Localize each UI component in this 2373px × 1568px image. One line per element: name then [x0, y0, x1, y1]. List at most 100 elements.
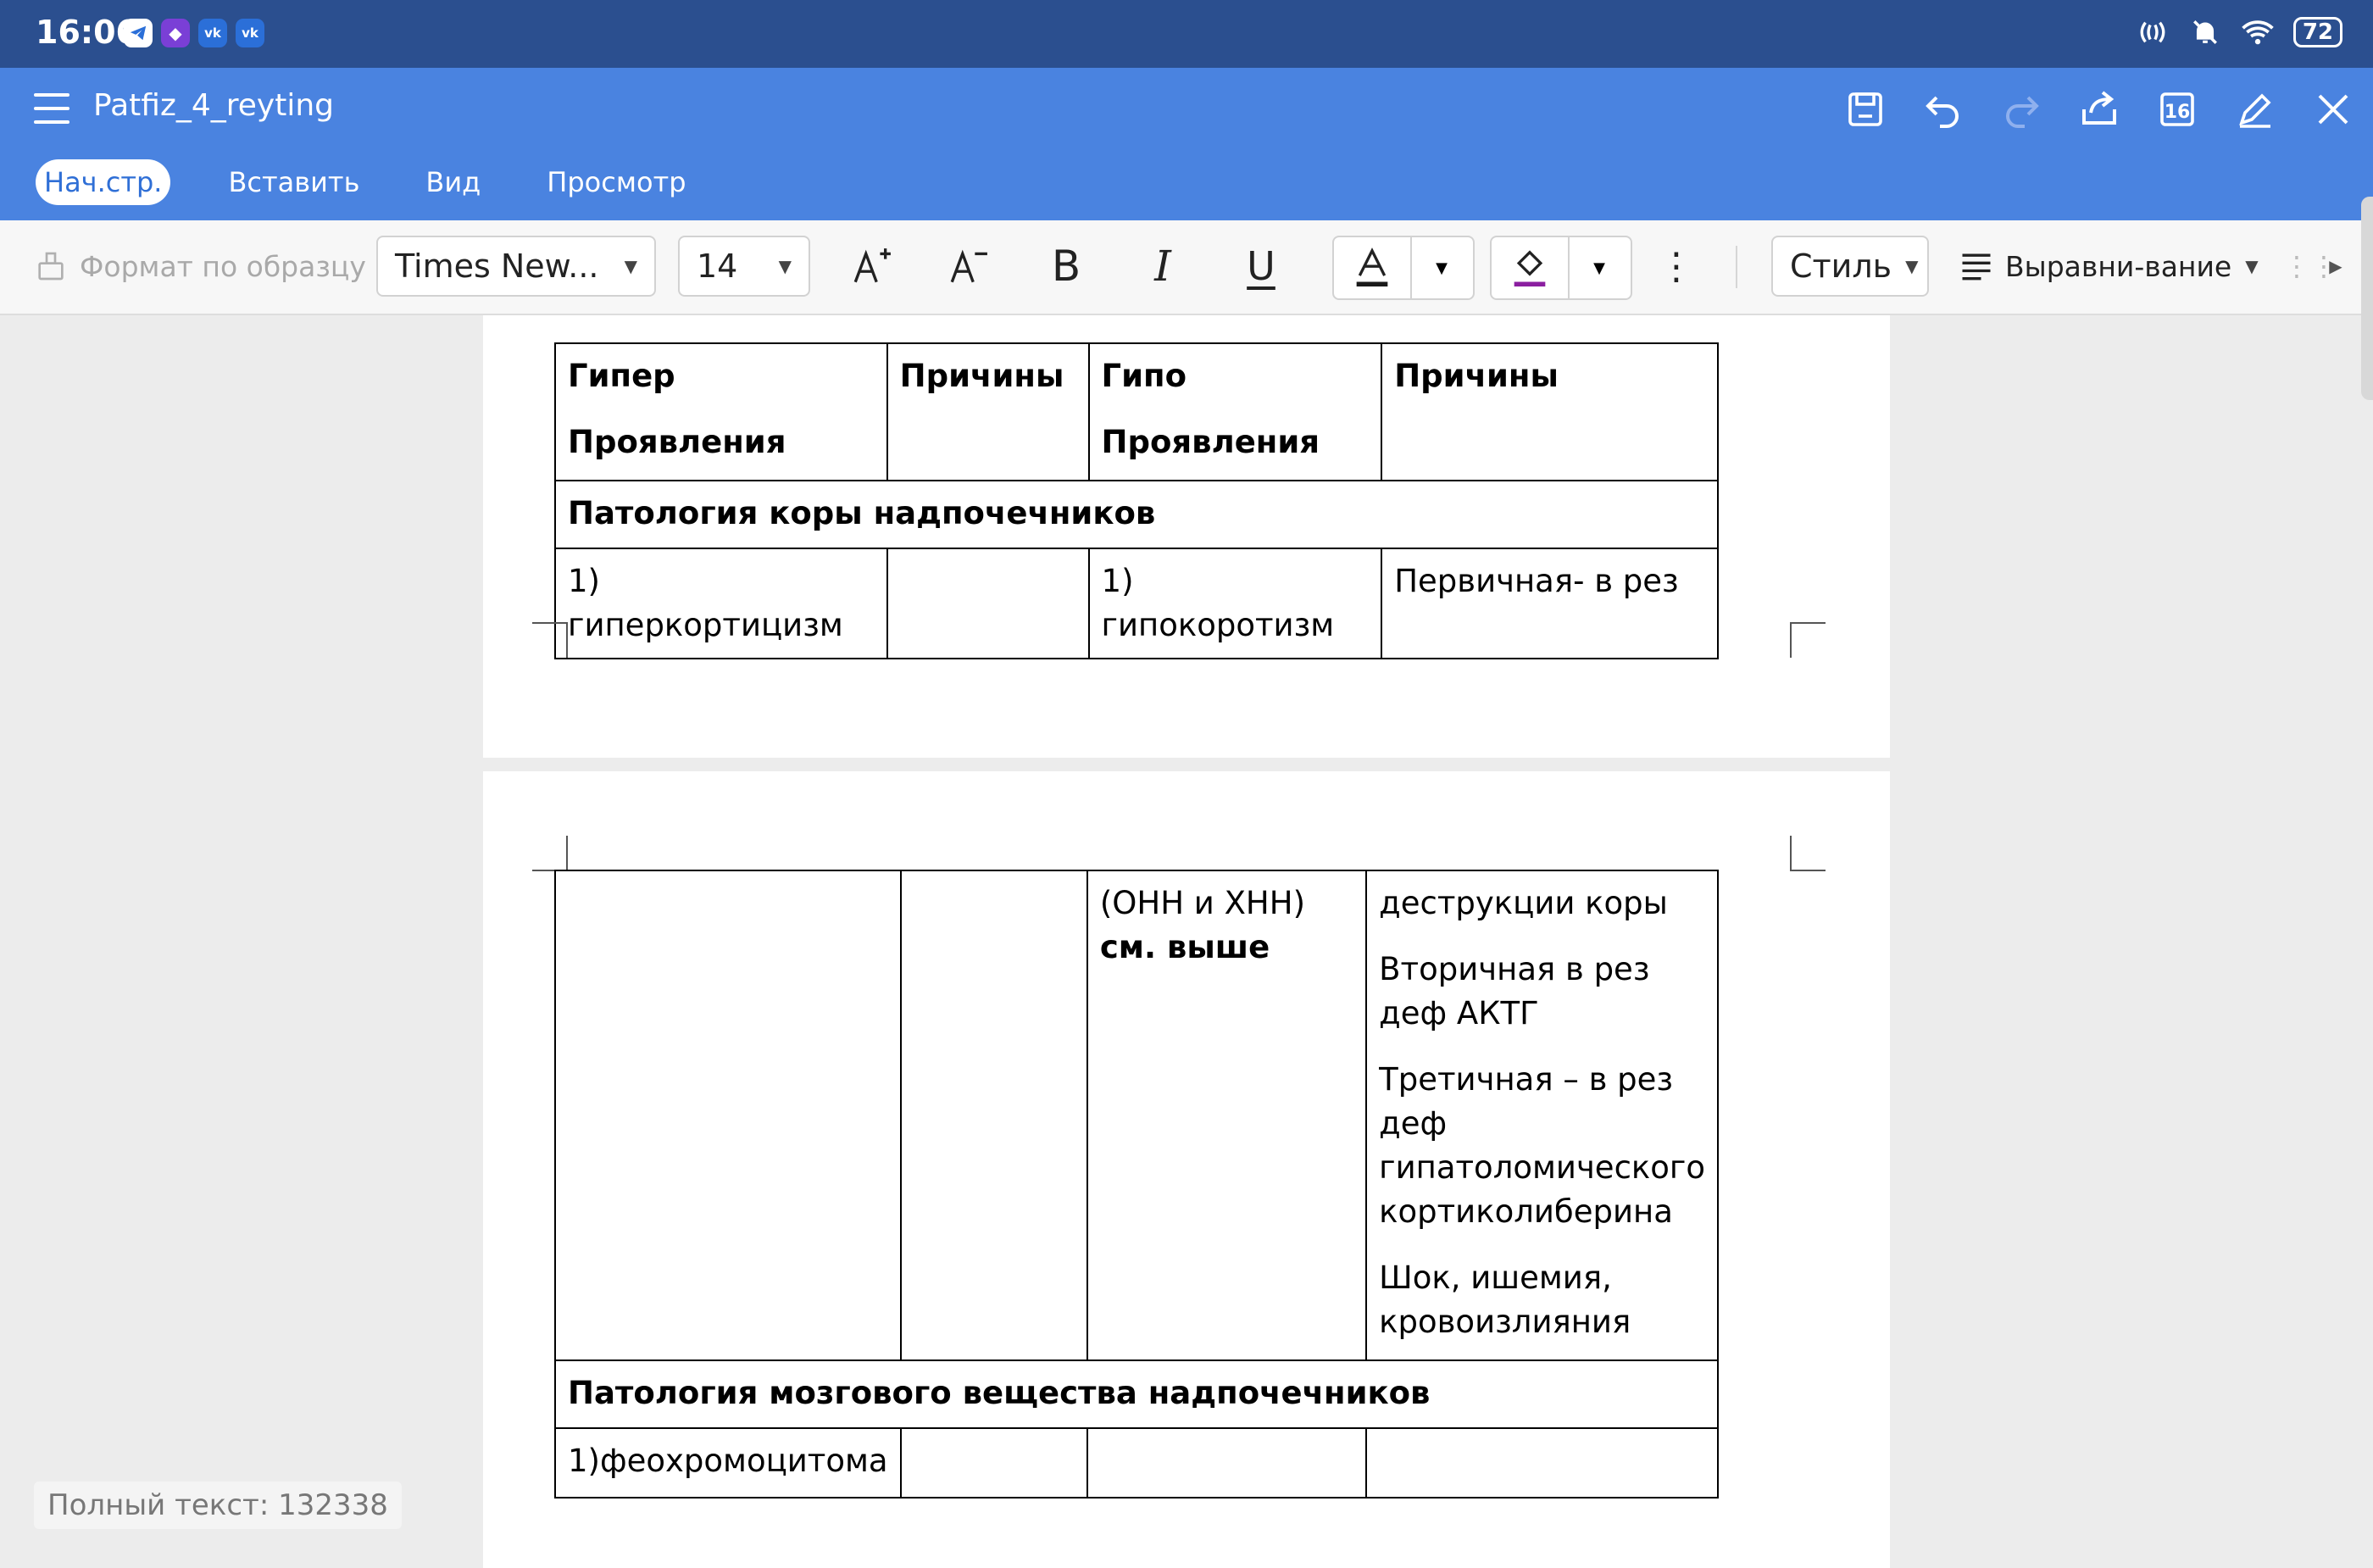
- nfc-icon: [2136, 15, 2170, 49]
- word-count-badge: Полный текст: 132338: [34, 1482, 402, 1529]
- table-cell[interactable]: 1) гипокоротизм: [1087, 548, 1383, 659]
- font-color-swatch: [1356, 281, 1388, 286]
- cell-text: Гипер: [568, 358, 675, 394]
- cell-text: Гипо: [1101, 358, 1187, 394]
- cell-paragraph: Третичная – в рез деф гипатоломического …: [1379, 1061, 1705, 1230]
- cell-text: 1) гипокоротизм: [1101, 563, 1335, 643]
- cell-text: Проявления: [568, 424, 786, 460]
- table-row: (ОНН и ХНН) см. выше деструкции коры Вто…: [554, 870, 1719, 1361]
- table-cell[interactable]: 1)феохромоцитома: [554, 1427, 902, 1498]
- table-cell[interactable]: деструкции коры Вторичная в рез деф АКТГ…: [1365, 870, 1719, 1361]
- chevron-right-icon[interactable]: ▶: [2319, 236, 2353, 297]
- tab-view[interactable]: Вид: [417, 159, 489, 205]
- table-cell[interactable]: [1086, 1427, 1368, 1498]
- telegram-icon: [124, 19, 153, 47]
- toolbar-divider: [1736, 246, 1737, 288]
- bold-icon[interactable]: B: [1036, 236, 1097, 297]
- undo-icon[interactable]: [1915, 81, 1971, 137]
- formatting-toolbar: Формат по образцу Times New... ▼ 14 ▼ B …: [0, 220, 2373, 315]
- page-count-icon[interactable]: 16: [2149, 81, 2205, 137]
- fill-bucket-icon[interactable]: [1492, 237, 1570, 298]
- save-icon[interactable]: [1837, 81, 1893, 137]
- cell-paragraph: Вторичная в рез деф АКТГ: [1379, 951, 1650, 1031]
- style-label: Стиль: [1790, 247, 1892, 285]
- table-cell[interactable]: [899, 1427, 1088, 1498]
- chevron-down-icon: ▼: [1905, 256, 1919, 276]
- cell-text: 1) гиперкортицизм: [568, 563, 843, 643]
- font-family-select[interactable]: Times New... ▼: [376, 236, 656, 297]
- cell-text: Причины: [899, 358, 1064, 394]
- font-color-icon[interactable]: [1334, 237, 1412, 298]
- alignment-label: Выравни-вание: [2005, 249, 2232, 283]
- table-cell[interactable]: Причины: [886, 342, 1090, 481]
- table-cell[interactable]: [554, 870, 902, 1361]
- table-cell[interactable]: Гипо Проявления: [1087, 342, 1383, 481]
- table-header-row: Гипер Проявления Причины Гипо Проявления…: [554, 342, 1719, 481]
- font-family-value: Times New...: [395, 247, 599, 285]
- table-section-row: Патология мозгового вещества надпочечник…: [554, 1359, 1719, 1429]
- svg-text:16: 16: [2165, 102, 2191, 123]
- margin-corner-mark: [1790, 836, 1826, 871]
- section-heading: Патология коры надпочечников: [568, 495, 1156, 531]
- table-row: 1)феохромоцитома: [554, 1427, 1719, 1498]
- increase-font-icon[interactable]: [841, 236, 902, 297]
- margin-corner-mark: [1790, 622, 1826, 658]
- document-page: (ОНН и ХНН) см. выше деструкции коры Вто…: [483, 771, 1890, 1568]
- cell-text: Проявления: [1101, 424, 1320, 460]
- document-table: Гипер Проявления Причины Гипо Проявления…: [554, 342, 1719, 659]
- format-painter-button[interactable]: Формат по образцу: [34, 236, 366, 297]
- cell-paragraph: деструкции коры: [1379, 885, 1668, 921]
- format-painter-icon: [38, 252, 64, 281]
- status-bar: 16:06 ◆ vk vk 72: [0, 0, 2373, 68]
- share-icon[interactable]: [2071, 81, 2127, 137]
- table-cell[interactable]: [886, 548, 1090, 659]
- table-cell[interactable]: Причины: [1381, 342, 1719, 481]
- decrease-font-icon[interactable]: [937, 236, 998, 297]
- edit-icon[interactable]: [2227, 81, 2283, 137]
- ribbon-tabs: Нач.стр. Вставить Вид Просмотр: [36, 159, 744, 205]
- font-size-select[interactable]: 14 ▼: [678, 236, 810, 297]
- cell-text: Причины: [1394, 358, 1559, 394]
- more-options-icon[interactable]: ⋮: [1646, 236, 1707, 297]
- font-color-control: ▼: [1332, 236, 1475, 300]
- app-header: Patfiz_4_reyting 16 Нач.стр. Вставить Ви…: [0, 68, 2373, 220]
- cell-text: Первичная- в рез: [1394, 563, 1679, 599]
- table-cell[interactable]: Гипер Проявления: [554, 342, 888, 481]
- tab-review[interactable]: Просмотр: [538, 159, 694, 205]
- chevron-down-icon[interactable]: ▼: [1412, 237, 1471, 298]
- underline-icon[interactable]: U: [1231, 236, 1292, 297]
- table-cell[interactable]: [1365, 1427, 1719, 1498]
- close-icon[interactable]: [2305, 81, 2361, 137]
- chevron-down-icon: ▼: [778, 256, 792, 276]
- italic-icon[interactable]: I: [1132, 236, 1193, 297]
- table-cell[interactable]: Первичная- в рез: [1381, 548, 1719, 659]
- menu-icon[interactable]: [34, 90, 71, 127]
- table-cell[interactable]: Патология мозгового вещества надпочечник…: [554, 1359, 1719, 1429]
- table-cell[interactable]: [899, 870, 1088, 1361]
- chevron-down-icon: ▼: [2245, 256, 2259, 276]
- alignment-button[interactable]: Выравни-вание ▼: [1958, 236, 2259, 297]
- tab-insert[interactable]: Вставить: [220, 159, 368, 205]
- vk-icon: vk: [198, 19, 227, 47]
- redo-icon[interactable]: [1993, 81, 2049, 137]
- table-cell[interactable]: (ОНН и ХНН) см. выше: [1086, 870, 1368, 1361]
- section-heading: Патология мозгового вещества надпочечник…: [568, 1375, 1431, 1411]
- side-panel-handle[interactable]: [2361, 197, 2373, 400]
- align-left-icon: [1962, 253, 1991, 281]
- table-section-row: Патология коры надпочечников: [554, 480, 1719, 549]
- table-cell[interactable]: Патология коры надпочечников: [554, 480, 1719, 549]
- chevron-down-icon[interactable]: ▼: [1570, 237, 1629, 298]
- battery-indicator: 72: [2292, 17, 2342, 47]
- document-title: Patfiz_4_reyting: [93, 88, 334, 123]
- margin-corner-mark: [532, 622, 568, 658]
- document-page: Гипер Проявления Причины Гипо Проявления…: [483, 315, 1890, 758]
- tab-home[interactable]: Нач.стр.: [36, 159, 171, 205]
- document-table: (ОНН и ХНН) см. выше деструкции коры Вто…: [554, 870, 1719, 1498]
- font-size-value: 14: [697, 247, 738, 285]
- margin-corner-mark: [532, 836, 568, 871]
- mute-bell-icon: [2188, 15, 2222, 49]
- table-cell[interactable]: 1) гиперкортицизм: [554, 548, 888, 659]
- style-select[interactable]: Стиль ▼: [1771, 236, 1929, 297]
- cell-text: 1)феохромоцитома: [568, 1443, 888, 1479]
- cell-paragraph: Шок, ишемия, кровоизлияния: [1379, 1259, 1631, 1340]
